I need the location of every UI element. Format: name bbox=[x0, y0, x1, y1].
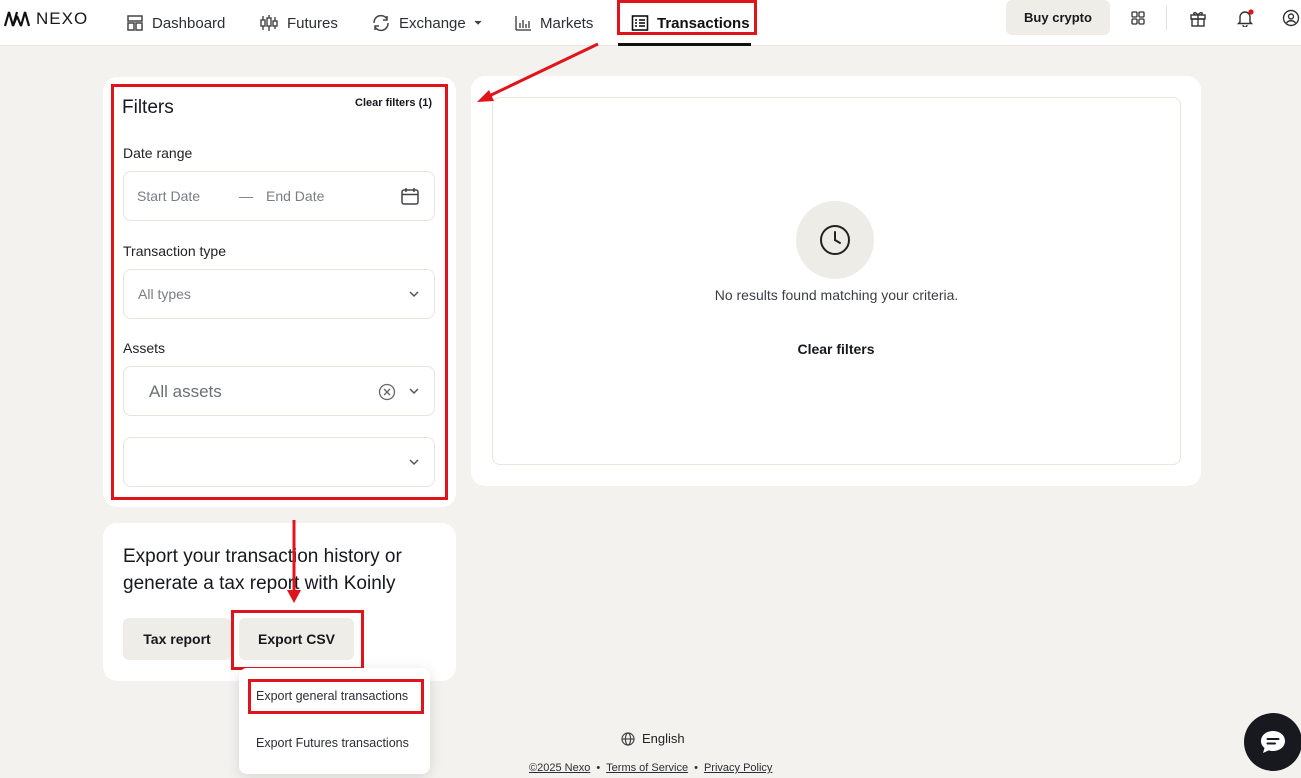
nav-transactions[interactable]: Transactions bbox=[631, 0, 750, 46]
empty-results-panel bbox=[492, 97, 1181, 465]
extra-filter-select[interactable] bbox=[123, 437, 435, 487]
nav-exchange-label: Exchange bbox=[399, 14, 466, 32]
active-tab-indicator bbox=[618, 43, 751, 46]
list-icon bbox=[631, 15, 649, 31]
assets-select[interactable]: All assets bbox=[123, 366, 435, 416]
chevron-down-icon bbox=[409, 388, 419, 395]
chat-support-button[interactable] bbox=[1244, 713, 1301, 771]
menu-item-export-futures[interactable]: Export Futures transactions bbox=[256, 736, 409, 750]
clock-icon-badge bbox=[796, 201, 874, 279]
chat-bubble-icon bbox=[1261, 731, 1285, 753]
nexo-logo-icon bbox=[4, 11, 30, 27]
notification-bell-icon[interactable] bbox=[1235, 8, 1255, 28]
gift-icon[interactable] bbox=[1188, 8, 1208, 28]
header-divider bbox=[1166, 6, 1167, 30]
nexo-logo[interactable]: NEXO bbox=[4, 9, 88, 29]
assets-label: Assets bbox=[123, 340, 166, 356]
bar-chart-icon bbox=[515, 16, 531, 31]
export-csv-button[interactable]: Export CSV bbox=[239, 618, 354, 660]
chevron-down-icon bbox=[409, 291, 419, 298]
logo-text: NEXO bbox=[36, 9, 89, 28]
transaction-type-label: Transaction type bbox=[123, 243, 226, 259]
chevron-down-icon bbox=[409, 459, 419, 466]
menu-item-export-general[interactable]: Export general transactions bbox=[256, 689, 408, 703]
candlestick-icon bbox=[260, 15, 278, 31]
nav-futures-label: Futures bbox=[287, 14, 338, 32]
exchange-icon bbox=[373, 14, 389, 32]
language-label: English bbox=[642, 731, 685, 746]
nav-dashboard[interactable]: Dashboard bbox=[126, 0, 225, 46]
nav-dashboard-label: Dashboard bbox=[152, 14, 226, 32]
end-date-input[interactable]: End Date bbox=[266, 188, 324, 204]
nav-markets[interactable]: Markets bbox=[514, 0, 593, 46]
terms-link[interactable]: Terms of Service bbox=[606, 762, 688, 774]
no-results-message: No results found matching your criteria. bbox=[714, 287, 959, 303]
buy-crypto-button[interactable]: Buy crypto bbox=[1006, 0, 1110, 35]
transaction-type-value: All types bbox=[138, 286, 191, 302]
tax-report-button[interactable]: Tax report bbox=[123, 618, 231, 660]
language-selector[interactable]: English bbox=[621, 731, 685, 746]
privacy-link[interactable]: Privacy Policy bbox=[704, 762, 772, 774]
date-range-label: Date range bbox=[123, 145, 193, 161]
export-heading: Export your transaction history or gener… bbox=[123, 546, 402, 594]
apps-grid-icon[interactable] bbox=[1128, 8, 1148, 28]
nav-futures[interactable]: Futures bbox=[259, 0, 338, 46]
globe-icon bbox=[621, 731, 635, 746]
nav-exchange[interactable]: Exchange bbox=[371, 0, 482, 46]
footer-links: ©2025 Nexo • Terms of Service • Privacy … bbox=[529, 762, 772, 774]
start-date-input[interactable]: Start Date bbox=[137, 188, 200, 204]
calendar-icon[interactable] bbox=[400, 186, 420, 206]
clear-circle-icon[interactable] bbox=[378, 383, 396, 401]
clock-icon bbox=[820, 225, 850, 255]
copyright-link[interactable]: ©2025 Nexo bbox=[529, 762, 590, 774]
caret-down-icon bbox=[474, 20, 482, 25]
nav-markets-label: Markets bbox=[540, 14, 594, 32]
clear-filters-link[interactable]: Clear filters (1) bbox=[355, 97, 432, 109]
export-dropdown-menu: Export general transactions Export Futur… bbox=[239, 668, 430, 774]
dashboard-icon bbox=[127, 15, 143, 31]
filters-title: Filters bbox=[122, 97, 174, 118]
footer-dot: • bbox=[694, 762, 698, 774]
date-range-picker[interactable]: Start Date — End Date bbox=[123, 171, 435, 221]
transaction-type-select[interactable]: All types bbox=[123, 269, 435, 319]
assets-value: All assets bbox=[149, 382, 222, 401]
user-profile-icon[interactable] bbox=[1281, 8, 1301, 28]
date-separator: — bbox=[239, 188, 253, 204]
top-navigation: NEXO Dashboard Futures Exchange Markets … bbox=[0, 0, 1301, 46]
footer-dot: • bbox=[596, 762, 601, 774]
clear-filters-button[interactable]: Clear filters bbox=[780, 341, 892, 357]
nav-transactions-label: Transactions bbox=[657, 14, 750, 32]
